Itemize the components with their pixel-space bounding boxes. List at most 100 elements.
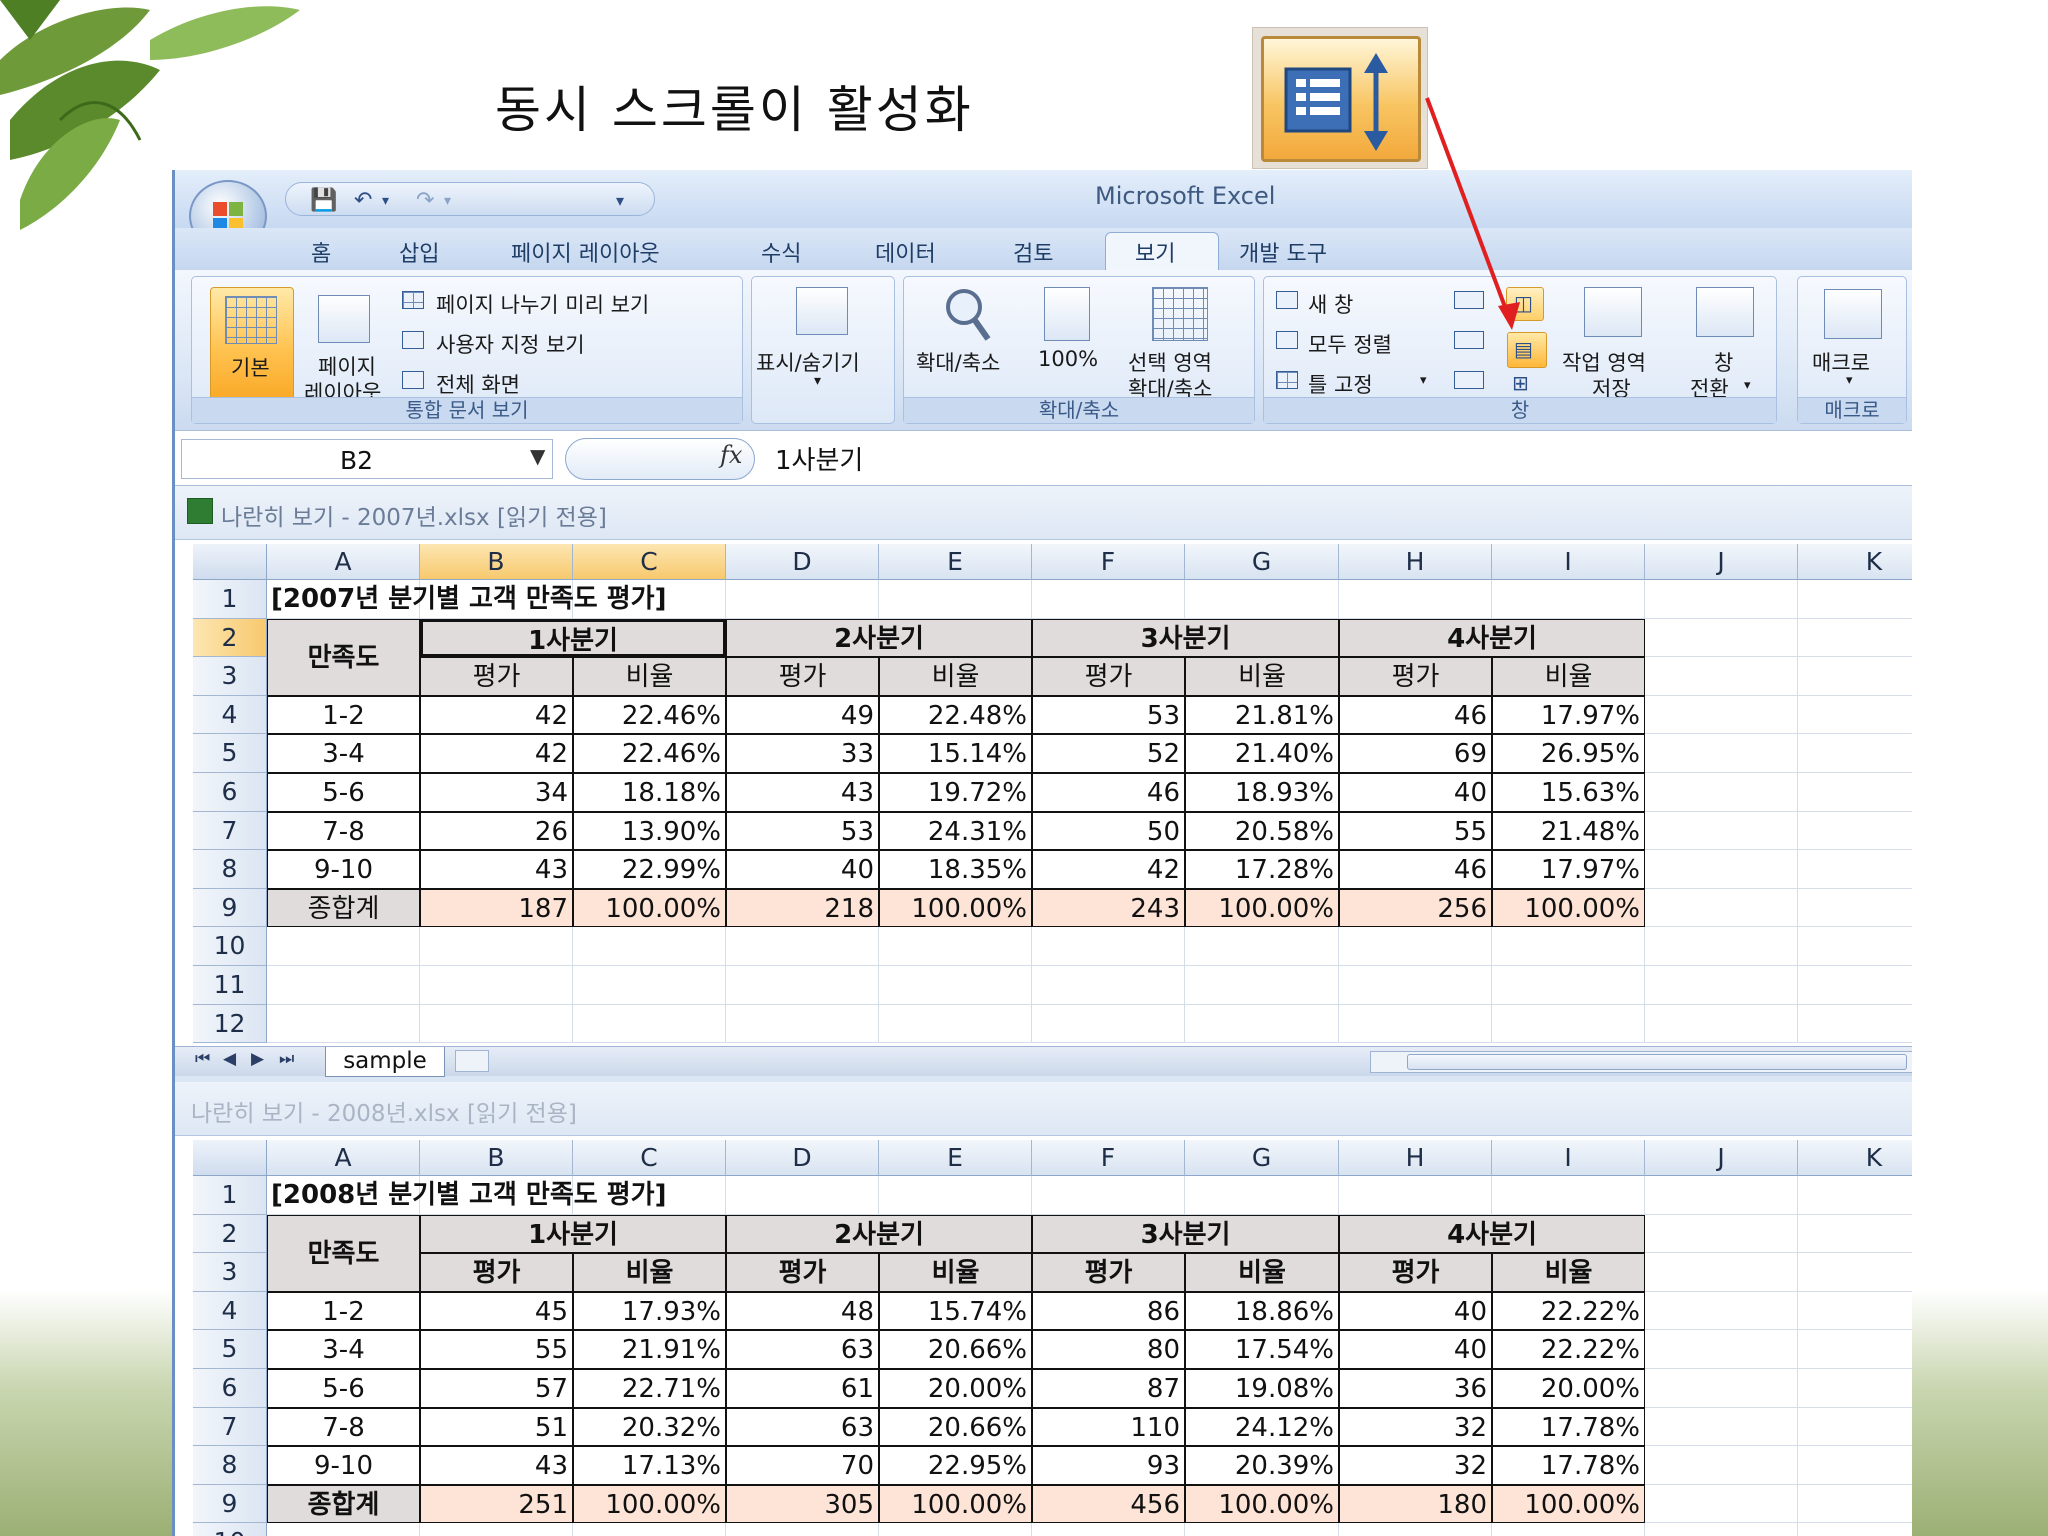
cell[interactable] [1492,580,1645,619]
reset-window-position-button[interactable]: ⊞ [1506,369,1544,399]
row-header[interactable]: 4 [193,695,267,735]
data-cell[interactable]: 70 [726,1446,879,1485]
cell[interactable] [1032,927,1185,966]
undo-icon[interactable]: ↶ [354,188,372,213]
cell[interactable] [726,1004,879,1044]
column-header[interactable]: C [573,1140,726,1176]
data-cell[interactable]: 22.99% [573,850,726,889]
column-header[interactable]: G [1185,544,1339,580]
cell[interactable] [1798,1369,1912,1408]
data-cell[interactable]: 22.46% [573,695,726,735]
show-hide-group[interactable]: 표시/숨기기 ▾ [751,276,895,424]
data-cell[interactable]: 43 [420,1446,573,1485]
cell[interactable] [420,1004,573,1044]
name-box-dropdown-icon[interactable]: ▼ [530,444,545,468]
row-header[interactable]: 5 [193,1330,267,1369]
cell[interactable] [1798,966,1912,1005]
total-cell[interactable]: 218 [726,888,879,928]
data-cell[interactable]: 17.78% [1492,1446,1645,1485]
cell[interactable] [1645,580,1798,619]
sub-header-cell[interactable]: 비율 [573,657,726,696]
sub-header-cell[interactable]: 평가 [1339,1253,1492,1292]
quarter-header-cell[interactable]: 3사분기 [1032,618,1339,658]
cell[interactable] [1645,888,1798,928]
cell[interactable] [1185,927,1339,966]
cell[interactable] [1645,618,1798,658]
quarter-header-cell[interactable]: 4사분기 [1339,618,1645,658]
row-header[interactable]: 6 [193,773,267,812]
macros-group[interactable]: 매크로 ▾ 매크로 [1797,276,1907,424]
data-cell[interactable]: 42 [420,695,573,735]
data-cell[interactable]: 9-10 [267,850,420,889]
cell[interactable] [1339,1176,1492,1215]
horizontal-scrollbar[interactable] [1370,1051,1912,1073]
data-cell[interactable]: 20.66% [879,1407,1032,1447]
total-cell[interactable]: 187 [420,888,573,928]
data-cell[interactable]: 15.74% [879,1291,1032,1331]
data-cell[interactable]: 43 [726,773,879,812]
column-header[interactable]: J [1645,1140,1798,1176]
data-cell[interactable]: 22.46% [573,734,726,773]
cell[interactable] [573,966,726,1005]
data-cell[interactable]: 18.86% [1185,1291,1339,1331]
data-cell[interactable]: 34 [420,773,573,812]
column-header[interactable]: D [726,544,879,580]
quarter-header-cell[interactable]: 1사분기 [420,1214,726,1254]
label-header-cell[interactable]: 만족도 [267,1214,420,1292]
row-header[interactable]: 10 [193,927,267,966]
data-cell[interactable]: 20.66% [879,1330,1032,1369]
data-cell[interactable]: 93 [1032,1446,1185,1485]
column-header[interactable]: K [1798,544,1912,580]
cell[interactable] [1798,1292,1912,1331]
column-header[interactable]: G [1185,1140,1339,1176]
column-header[interactable]: D [726,1140,879,1176]
data-cell[interactable]: 46 [1032,773,1185,812]
label-header-cell[interactable]: 만족도 [267,618,420,696]
cell[interactable] [1798,1253,1912,1292]
cell[interactable] [1339,927,1492,966]
row-header[interactable]: 7 [193,811,267,851]
sub-header-cell[interactable]: 비율 [1492,1253,1645,1292]
data-cell[interactable]: 53 [726,811,879,851]
sub-header-cell[interactable]: 평가 [726,1253,879,1292]
tab-review[interactable]: 검토 [1013,236,1053,268]
cell[interactable] [1798,927,1912,966]
cell[interactable] [1645,1484,1798,1524]
data-cell[interactable]: 32 [1339,1407,1492,1447]
data-cell[interactable]: 1-2 [267,1291,420,1331]
undo-dropdown-icon[interactable]: ▾ [382,193,389,209]
column-header[interactable]: B [420,1140,573,1176]
cell[interactable] [1645,927,1798,966]
data-cell[interactable]: 20.00% [879,1369,1032,1408]
hide-window-icon[interactable] [1454,331,1484,349]
select-all-corner[interactable] [193,544,267,580]
cell[interactable] [1645,1330,1798,1369]
sub-header-cell[interactable]: 평가 [1032,1253,1185,1292]
column-header[interactable]: A [267,1140,420,1176]
total-cell[interactable]: 456 [1032,1484,1185,1524]
data-cell[interactable]: 20.32% [573,1407,726,1447]
cell[interactable] [1645,1004,1798,1044]
cell[interactable] [1798,850,1912,889]
page-break-preview-button[interactable]: 페이지 나누기 미리 보기 [396,285,736,319]
cell[interactable] [1185,580,1339,619]
data-cell[interactable]: 24.12% [1185,1407,1339,1447]
cell[interactable] [267,1523,420,1536]
save-workspace-button[interactable]: 작업 영역 저장 [1558,283,1668,401]
cell[interactable] [879,1004,1032,1044]
total-cell[interactable]: 100.00% [1492,888,1645,928]
column-header[interactable]: F [1032,544,1185,580]
data-cell[interactable]: 17.28% [1185,850,1339,889]
cell[interactable] [1645,1523,1798,1536]
data-cell[interactable]: 26 [420,811,573,851]
sub-header-cell[interactable]: 비율 [1492,657,1645,696]
data-cell[interactable]: 21.91% [573,1330,726,1369]
save-icon[interactable]: 💾 [310,188,337,213]
cell[interactable] [1798,889,1912,928]
total-cell[interactable]: 100.00% [1185,1484,1339,1524]
first-sheet-icon[interactable]: ⏮ [195,1049,210,1069]
total-cell[interactable]: 100.00% [879,888,1032,928]
data-cell[interactable]: 51 [420,1407,573,1447]
row-header[interactable]: 11 [193,966,267,1005]
data-cell[interactable]: 57 [420,1369,573,1408]
